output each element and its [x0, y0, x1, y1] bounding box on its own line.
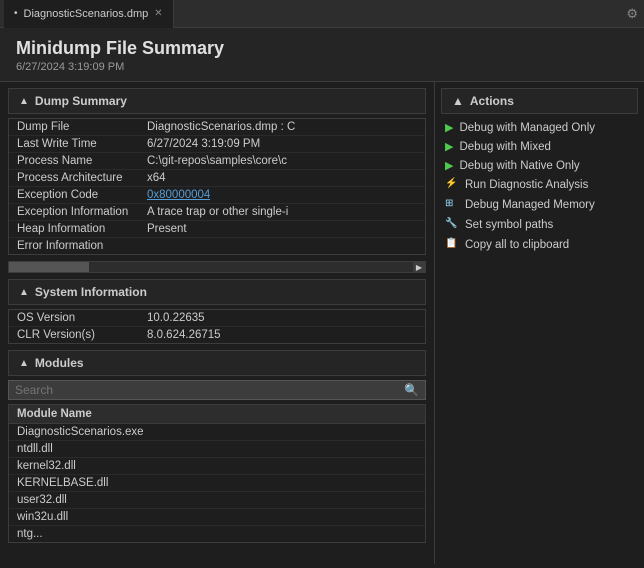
row-label: Exception Information [17, 206, 147, 218]
row-value: DiagnosticScenarios.dmp : C [147, 121, 295, 133]
search-box[interactable]: 🔍 [8, 380, 426, 400]
action-debug-managed-memory[interactable]: ⊞ Debug Managed Memory [435, 195, 644, 215]
main-layout: ▲ Dump Summary Dump File DiagnosticScena… [0, 82, 644, 564]
list-item[interactable]: DiagnosticScenarios.exe [9, 424, 425, 441]
action-label: Copy all to clipboard [465, 239, 569, 251]
action-debug-native-only[interactable]: ▶ Debug with Native Only [435, 156, 644, 175]
row-label: Last Write Time [17, 138, 147, 150]
play-icon: ▶ [445, 140, 453, 153]
tab-bar: • DiagnosticScenarios.dmp ✕ ⚙ [0, 0, 644, 28]
action-run-diagnostic[interactable]: ⚡ Run Diagnostic Analysis [435, 175, 644, 195]
tab-modified-dot: • [14, 8, 18, 19]
action-label: Run Diagnostic Analysis [465, 179, 588, 191]
table-row: Heap Information Present [9, 221, 425, 238]
symbol-icon: 🔧 [445, 218, 459, 232]
actions-label: Actions [470, 94, 514, 108]
modules-header[interactable]: ▲ Modules [8, 350, 426, 376]
row-value: 10.0.22635 [147, 312, 205, 324]
action-copy-all-to-clipboard[interactable]: 📋 Copy all to clipboard [435, 235, 644, 255]
clipboard-icon: 📋 [445, 238, 459, 252]
table-row: Process Architecture x64 [9, 170, 425, 187]
page-title: Minidump File Summary [16, 38, 628, 59]
row-value: x64 [147, 172, 166, 184]
page-subtitle: 6/27/2024 3:19:09 PM [16, 61, 628, 73]
actions-header[interactable]: ▲ Actions [441, 88, 638, 114]
row-label: Process Name [17, 155, 147, 167]
row-value: Present [147, 223, 187, 235]
action-set-symbol-paths[interactable]: 🔧 Set symbol paths [435, 215, 644, 235]
list-item[interactable]: KERNELBASE.dll [9, 475, 425, 492]
left-panel: ▲ Dump Summary Dump File DiagnosticScena… [0, 82, 434, 564]
search-icon: 🔍 [404, 383, 419, 397]
list-item[interactable]: ntdll.dll [9, 441, 425, 458]
search-input[interactable] [15, 383, 404, 397]
row-label: Process Architecture [17, 172, 147, 184]
horizontal-scrollbar[interactable]: ▶ [8, 261, 426, 273]
system-information-header[interactable]: ▲ System Information [8, 279, 426, 305]
modules-table: Module Name DiagnosticScenarios.exe ntdl… [8, 404, 426, 543]
modules-column-header: Module Name [9, 405, 425, 424]
actions-arrow: ▲ [452, 94, 464, 108]
modules-label: Modules [35, 356, 84, 370]
row-label: Heap Information [17, 223, 147, 235]
table-row: Exception Information A trace trap or ot… [9, 204, 425, 221]
modules-arrow: ▲ [19, 358, 29, 369]
list-item[interactable]: user32.dll [9, 492, 425, 509]
scrollbar-thumb[interactable] [9, 262, 89, 272]
tab-close-button[interactable]: ✕ [154, 8, 162, 19]
scroll-right-arrow[interactable]: ▶ [413, 262, 425, 272]
action-debug-mixed[interactable]: ▶ Debug with Mixed [435, 137, 644, 156]
list-item[interactable]: kernel32.dll [9, 458, 425, 475]
action-label: Set symbol paths [465, 219, 553, 231]
dump-summary-label: Dump Summary [35, 94, 127, 108]
row-label: Dump File [17, 121, 147, 133]
dump-summary-arrow: ▲ [19, 96, 29, 107]
table-row: CLR Version(s) 8.0.624.26715 [9, 327, 425, 343]
row-value: C:\git-repos\samples\core\c [147, 155, 287, 167]
list-item[interactable]: win32u.dll [9, 509, 425, 526]
row-label: Error Information [17, 240, 147, 252]
gear-icon[interactable]: ⚙ [626, 6, 638, 22]
system-info-label: System Information [35, 285, 147, 299]
row-label: Exception Code [17, 189, 147, 201]
tab-label: DiagnosticScenarios.dmp [24, 8, 149, 20]
right-panel: ▲ Actions ▶ Debug with Managed Only ▶ De… [434, 82, 644, 564]
table-row: Dump File DiagnosticScenarios.dmp : C [9, 119, 425, 136]
table-row: Process Name C:\git-repos\samples\core\c [9, 153, 425, 170]
system-information-table: OS Version 10.0.22635 CLR Version(s) 8.0… [8, 309, 426, 344]
row-value: A trace trap or other single-i [147, 206, 288, 218]
table-row: Last Write Time 6/27/2024 3:19:09 PM [9, 136, 425, 153]
row-label: CLR Version(s) [17, 329, 147, 341]
row-value: 6/27/2024 3:19:09 PM [147, 138, 260, 150]
row-value: 8.0.624.26715 [147, 329, 221, 341]
action-label: Debug Managed Memory [465, 199, 595, 211]
row-label: OS Version [17, 312, 147, 324]
table-row: OS Version 10.0.22635 [9, 310, 425, 327]
table-row: Exception Code 0x80000004 [9, 187, 425, 204]
action-label: Debug with Native Only [459, 160, 579, 172]
action-label: Debug with Managed Only [459, 122, 595, 134]
page-header: Minidump File Summary 6/27/2024 3:19:09 … [0, 28, 644, 82]
table-row: Error Information [9, 238, 425, 254]
dump-summary-table: Dump File DiagnosticScenarios.dmp : C La… [8, 118, 426, 255]
system-info-arrow: ▲ [19, 287, 29, 298]
play-icon: ▶ [445, 159, 453, 172]
diagnostic-icon: ⚡ [445, 178, 459, 192]
memory-icon: ⊞ [445, 198, 459, 212]
action-label: Debug with Mixed [459, 141, 550, 153]
action-debug-managed-only[interactable]: ▶ Debug with Managed Only [435, 118, 644, 137]
active-tab[interactable]: • DiagnosticScenarios.dmp ✕ [4, 0, 174, 28]
list-item[interactable]: ntg... [9, 526, 425, 542]
dump-summary-header[interactable]: ▲ Dump Summary [8, 88, 426, 114]
play-icon: ▶ [445, 121, 453, 134]
row-value-link[interactable]: 0x80000004 [147, 189, 210, 201]
